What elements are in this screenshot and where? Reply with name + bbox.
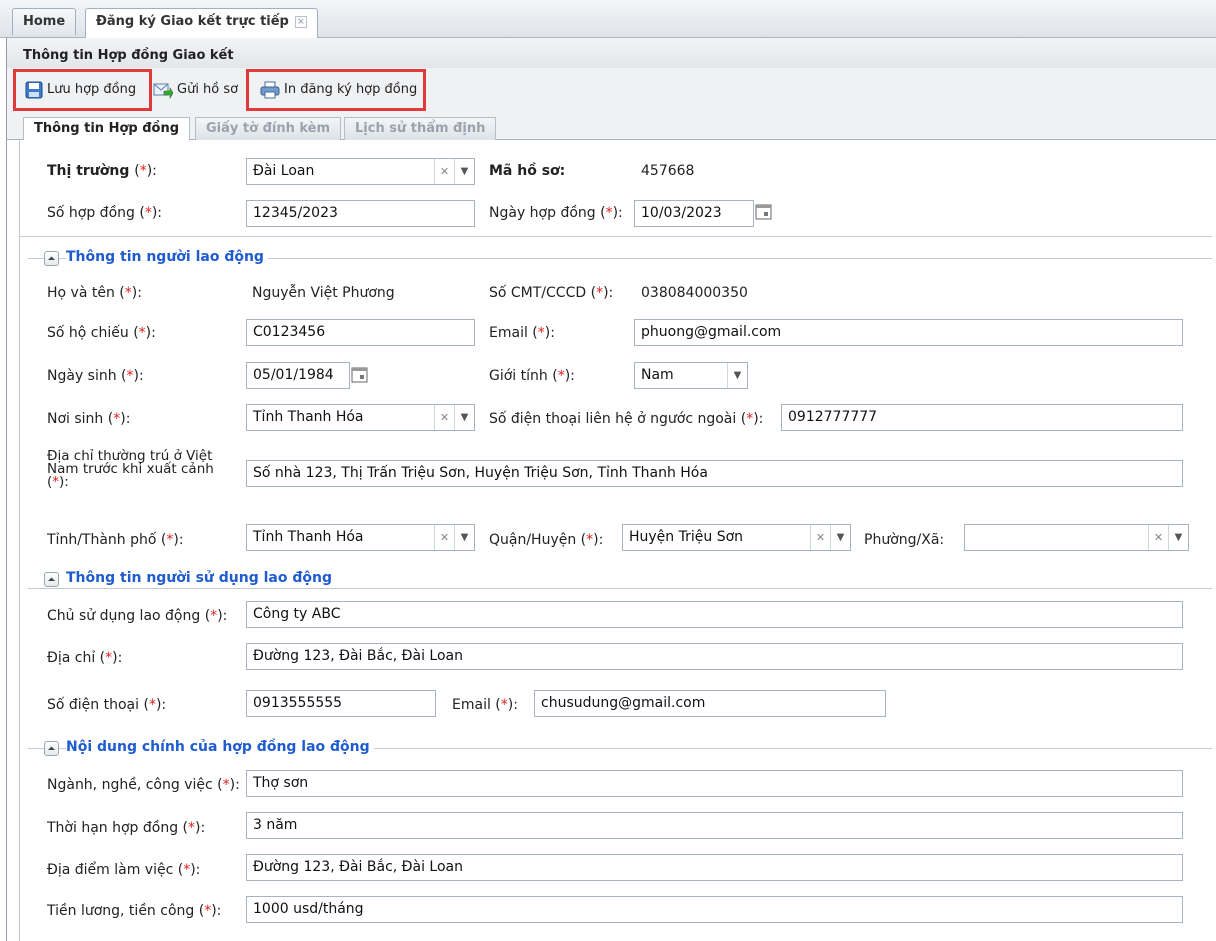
clear-icon[interactable]: ✕ — [1148, 525, 1168, 550]
tab-attachments[interactable]: Giấy tờ đính kèm — [195, 117, 342, 140]
address-label: Địa chỉ thường trú ở Việt Nam trước khi … — [47, 448, 214, 490]
tab-registration[interactable]: Đăng ký Giao kết trực tiếp × — [85, 8, 318, 38]
gender-select[interactable]: Nam ▼ — [634, 362, 748, 389]
name-value: Nguyễn Việt Phương — [252, 285, 395, 301]
calendar-icon[interactable] — [754, 202, 774, 222]
send-file-icon — [153, 83, 173, 99]
contract-no-label: Số hợp đồng (*): — [47, 205, 162, 221]
salary-label: Tiền lương, tiền công (*): — [47, 903, 222, 919]
ward-select[interactable]: ✕ ▼ — [964, 524, 1189, 551]
district-label: Quận/Huyện (*): — [489, 532, 604, 548]
contract-no-input[interactable]: 12345/2023 — [246, 200, 475, 227]
district-select[interactable]: Huyện Triệu Sơn ✕ ▼ — [622, 524, 851, 551]
employer-section-title: Thông tin người sử dụng lao động — [66, 570, 336, 586]
abroad-phone-label: Số điện thoại liên hệ ở ngước ngoài (*): — [489, 411, 764, 427]
place-input[interactable]: Đường 123, Đài Bắc, Đài Loan — [246, 854, 1183, 881]
gender-value: Nam — [641, 367, 674, 383]
panel-title: Thông tin Hợp đồng Giao kết — [6, 38, 1216, 68]
ward-label: Phường/Xã: — [864, 532, 945, 548]
tab-contract-info[interactable]: Thông tin Hợp đồng — [23, 117, 191, 141]
email-input[interactable]: phuong@gmail.com — [634, 319, 1183, 346]
term-input[interactable]: 3 năm — [246, 812, 1183, 839]
employer-email-label: Email (*): — [452, 697, 518, 713]
chevron-down-icon[interactable]: ▼ — [727, 363, 747, 388]
address-input[interactable]: Số nhà 123, Thị Trấn Triệu Sơn, Huyện Tr… — [246, 460, 1183, 487]
tab-home-label: Home — [23, 14, 66, 29]
file-code-label: Mã hồ sơ: — [489, 163, 566, 179]
clear-icon[interactable]: ✕ — [810, 525, 830, 550]
market-label: Thị trường (*): — [47, 163, 157, 179]
id-label: Số CMT/CCCD (*): — [489, 285, 614, 301]
contract-section-title: Nội dung chính của hợp đồng lao động — [66, 739, 374, 755]
passport-input[interactable]: C0123456 — [246, 319, 475, 346]
contract-date-label: Ngày hợp đồng (*): — [489, 205, 623, 221]
highlight-print-box — [246, 69, 426, 111]
id-value: 038084000350 — [641, 285, 748, 301]
birthplace-value: Tỉnh Thanh Hóa — [253, 409, 364, 425]
birthplace-select[interactable]: Tỉnh Thanh Hóa ✕ ▼ — [246, 404, 475, 431]
job-input[interactable]: Thợ sơn — [246, 770, 1183, 797]
place-label: Địa điểm làm việc (*): — [47, 862, 201, 878]
calendar-icon[interactable] — [350, 365, 370, 385]
content-border — [19, 140, 20, 941]
employer-phone-label: Số điện thoại (*): — [47, 697, 167, 713]
employer-address-label: Địa chỉ (*): — [47, 650, 123, 666]
tab-review-history[interactable]: Lịch sử thẩm định — [344, 117, 497, 140]
chevron-down-icon[interactable]: ▼ — [830, 525, 850, 550]
name-label: Họ và tên (*): — [47, 285, 142, 301]
chevron-down-icon[interactable]: ▼ — [454, 159, 474, 184]
close-icon[interactable]: × — [294, 16, 307, 28]
term-label: Thời hạn hợp đồng (*): — [47, 820, 206, 836]
contract-date-input[interactable]: 10/03/2023 — [634, 200, 754, 227]
passport-label: Số hộ chiếu (*): — [47, 325, 156, 341]
dob-input[interactable]: 05/01/1984 — [246, 362, 350, 389]
toolbar: Lưu hợp đồng Gửi hồ sơ In đăng ký hợp đồ… — [6, 68, 1216, 112]
abroad-phone-input[interactable]: 0912777777 — [781, 404, 1183, 431]
collapse-icon[interactable] — [44, 572, 59, 587]
highlight-save-box — [13, 69, 152, 111]
chevron-down-icon[interactable]: ▼ — [1168, 525, 1188, 550]
salary-input[interactable]: 1000 usd/tháng — [246, 896, 1183, 923]
tab-home[interactable]: Home — [12, 8, 77, 35]
employer-phone-input[interactable]: 0913555555 — [246, 690, 436, 717]
clear-icon[interactable]: ✕ — [434, 525, 454, 550]
owner-label: Chủ sử dụng lao động (*): — [47, 608, 228, 624]
province-select[interactable]: Tỉnh Thanh Hóa ✕ ▼ — [246, 524, 475, 551]
employer-address-input[interactable]: Đường 123, Đài Bắc, Đài Loan — [246, 643, 1183, 670]
chevron-down-icon[interactable]: ▼ — [454, 405, 474, 430]
email-label: Email (*): — [489, 325, 555, 341]
divider — [20, 236, 1212, 237]
dob-label: Ngày sinh (*): — [47, 368, 144, 384]
inner-tab-bar: Thông tin Hợp đồng Giấy tờ đính kèm Lịch… — [6, 112, 1216, 141]
collapse-icon[interactable] — [44, 251, 59, 266]
employer-section-line — [28, 588, 1212, 589]
clear-icon[interactable]: ✕ — [434, 405, 454, 430]
tab-strip: Home Đăng ký Giao kết trực tiếp × — [0, 0, 1216, 38]
send-button[interactable]: Gửi hồ sơ — [153, 79, 238, 101]
chevron-down-icon[interactable]: ▼ — [454, 525, 474, 550]
gender-label: Giới tính (*): — [489, 368, 575, 384]
worker-section-title: Thông tin người lao động — [66, 249, 268, 265]
birthplace-label: Nơi sinh (*): — [47, 411, 131, 427]
send-button-label: Gửi hồ sơ — [177, 82, 239, 97]
tab-registration-label: Đăng ký Giao kết trực tiếp — [96, 14, 289, 29]
market-select[interactable]: Đài Loan ✕ ▼ — [246, 158, 475, 185]
file-code-value: 457668 — [641, 163, 695, 179]
job-label: Ngành, nghề, công việc (*): — [47, 777, 240, 793]
province-value: Tỉnh Thanh Hóa — [253, 529, 364, 545]
district-value: Huyện Triệu Sơn — [629, 529, 744, 545]
market-value: Đài Loan — [253, 163, 315, 179]
owner-input[interactable]: Công ty ABC — [246, 601, 1183, 628]
province-label: Tỉnh/Thành phố (*): — [47, 532, 184, 548]
collapse-icon[interactable] — [44, 741, 59, 756]
clear-icon[interactable]: ✕ — [434, 159, 454, 184]
employer-email-input[interactable]: chusudung@gmail.com — [534, 690, 886, 717]
